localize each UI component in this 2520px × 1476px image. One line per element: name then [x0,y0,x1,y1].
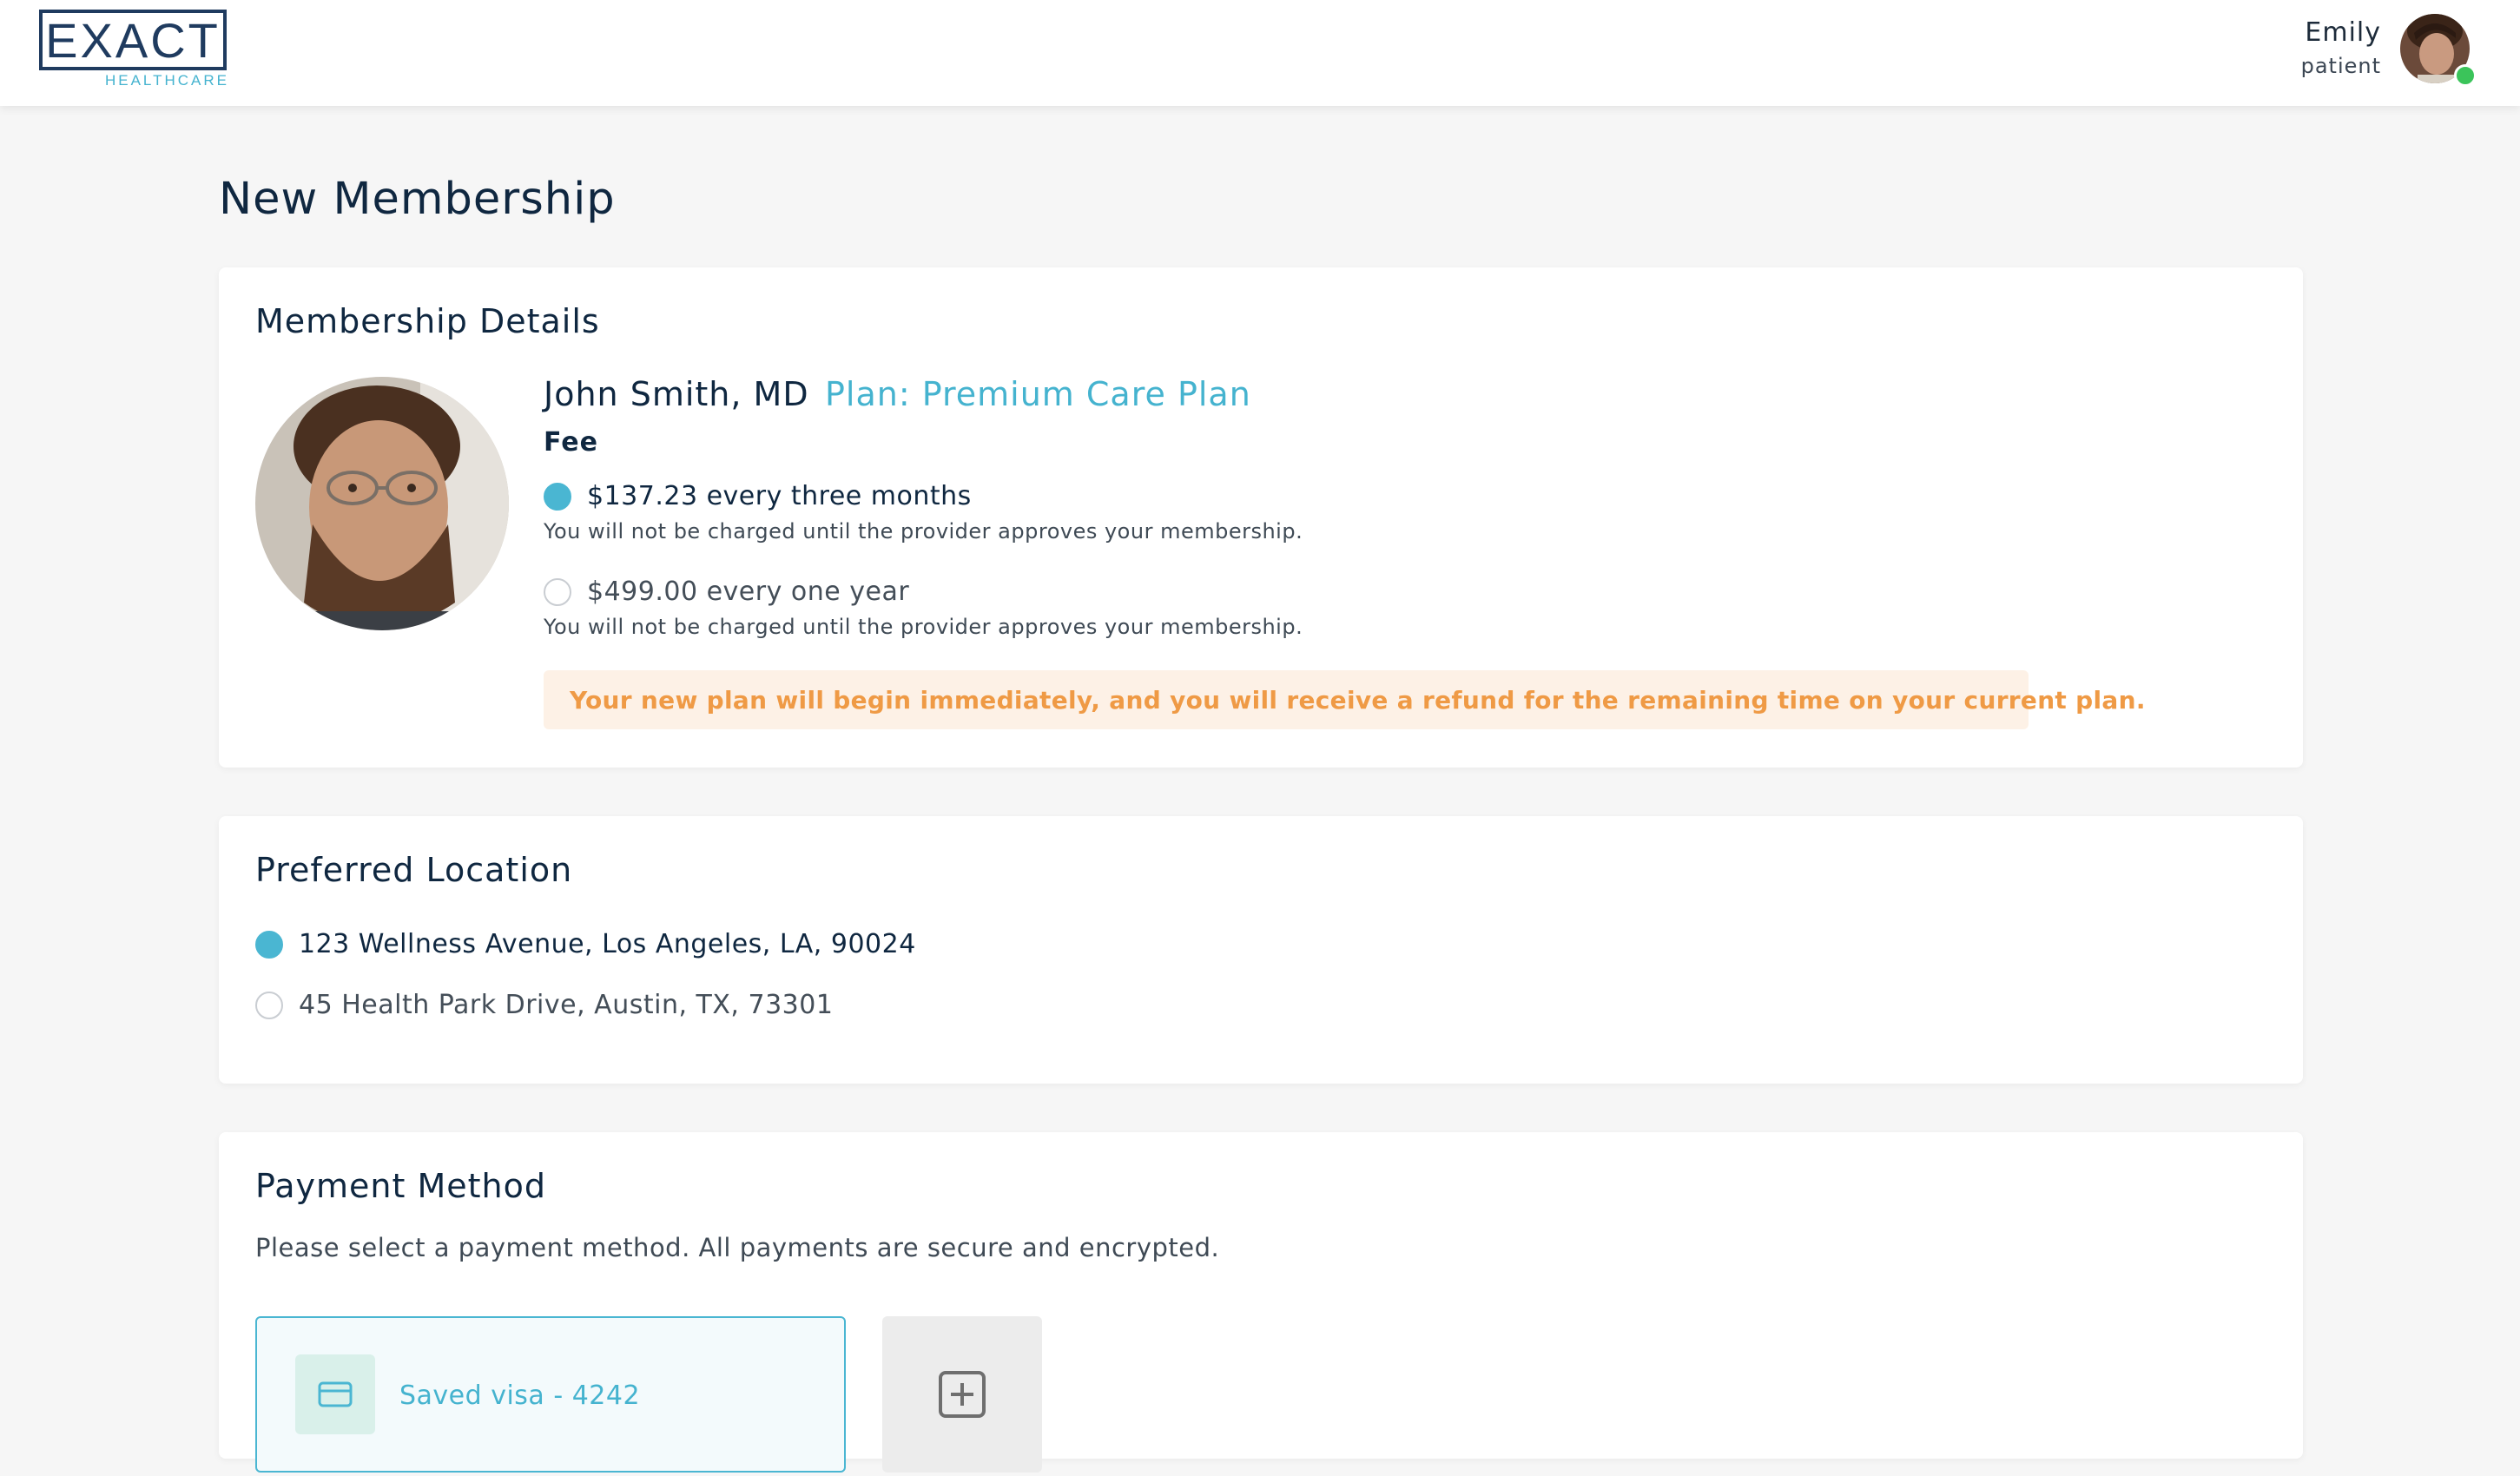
fee-option-yearly-note: You will not be charged until the provid… [544,615,1303,639]
saved-card-option[interactable]: Saved visa - 4242 [255,1316,846,1473]
provider-photo [255,377,509,630]
user-role: patient [2300,54,2381,78]
fee-label: Fee [544,427,598,458]
provider-name: John Smith, MD [544,375,809,413]
preferred-location-title: Preferred Location [255,851,573,889]
app-header: EXACT HEALTHCARE Emily patient [0,0,2520,106]
plan-name: Plan: Premium Care Plan [825,375,1251,413]
plus-square-icon [939,1371,986,1418]
page-title: New Membership [219,174,616,225]
fee-option-quarterly-radio[interactable] [544,483,571,511]
exact-healthcare-logo[interactable]: EXACT HEALTHCARE [38,9,231,89]
credit-card-icon [295,1354,375,1434]
fee-option-quarterly-label[interactable]: $137.23 every three months [587,481,972,511]
fee-option-yearly-label[interactable]: $499.00 every one year [587,577,909,607]
payment-method-card: Payment Method Please select a payment m… [219,1132,2303,1473]
user-name: Emily [2305,17,2381,48]
fee-option-yearly-radio[interactable] [544,578,571,606]
plan-change-notice: Your new plan will begin immediately, an… [544,670,2145,729]
add-payment-method-button[interactable] [882,1316,1042,1473]
membership-details-card: Membership Details John Smith, MD Plan: … [219,267,2303,768]
payment-method-description: Please select a payment method. All paym… [255,1233,1220,1262]
location-option-los-angeles-radio[interactable] [255,931,283,959]
saved-card-label: Saved visa - 4242 [399,1380,641,1411]
plan-change-notice-text: Your new plan will begin immediately, an… [570,686,2146,715]
online-status-indicator [2454,64,2477,87]
location-option-austin-radio[interactable] [255,992,283,1019]
fee-option-quarterly-note: You will not be charged until the provid… [544,519,1303,544]
location-option-austin-label[interactable]: 45 Health Park Drive, Austin, TX, 73301 [299,990,833,1020]
logo-main-text: EXACT [45,13,221,68]
location-option-los-angeles-label[interactable]: 123 Wellness Avenue, Los Angeles, LA, 90… [299,929,916,959]
logo-sub-text: HEALTHCARE [105,72,229,89]
membership-details-title: Membership Details [255,302,600,340]
payment-method-title: Payment Method [255,1167,546,1205]
preferred-location-card: Preferred Location 123 Wellness Avenue, … [219,816,2303,1084]
